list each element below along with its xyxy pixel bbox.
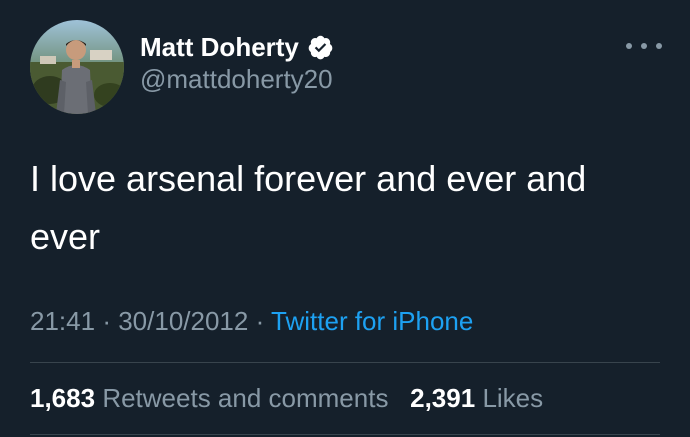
meta-separator: · <box>102 306 111 336</box>
retweets-count: 1,683 <box>30 383 96 413</box>
tweet-time[interactable]: 21:41 <box>30 306 95 336</box>
divider <box>30 362 660 363</box>
profile-photo <box>30 20 124 114</box>
divider <box>30 434 660 435</box>
likes-stat[interactable]: 2,391 Likes <box>410 383 543 413</box>
avatar[interactable] <box>30 20 124 114</box>
likes-count: 2,391 <box>410 383 476 413</box>
retweets-stat[interactable]: 1,683 Retweets and comments <box>30 383 388 413</box>
verified-badge-icon <box>307 34 334 61</box>
tweet-date[interactable]: 30/10/2012 <box>118 306 248 336</box>
display-name[interactable]: Matt Doherty <box>140 32 299 63</box>
dot <box>626 43 632 49</box>
more-options-icon[interactable] <box>626 38 662 54</box>
user-name-row: Matt Doherty <box>140 30 334 64</box>
tweet-meta: 21:41 · 30/10/2012 · Twitter for iPhone <box>30 306 473 337</box>
tweet-source-link[interactable]: Twitter for iPhone <box>271 306 473 336</box>
meta-separator: · <box>255 306 265 336</box>
tweet-stats: 1,683 Retweets and comments 2,391 Likes <box>30 383 543 414</box>
dot <box>656 43 662 49</box>
likes-label: Likes <box>482 383 544 413</box>
tweet-text: I love arsenal forever and ever and ever <box>30 158 587 257</box>
dot <box>641 43 647 49</box>
retweets-label: Retweets and comments <box>102 383 389 413</box>
user-handle[interactable]: @mattdoherty20 <box>140 64 333 95</box>
